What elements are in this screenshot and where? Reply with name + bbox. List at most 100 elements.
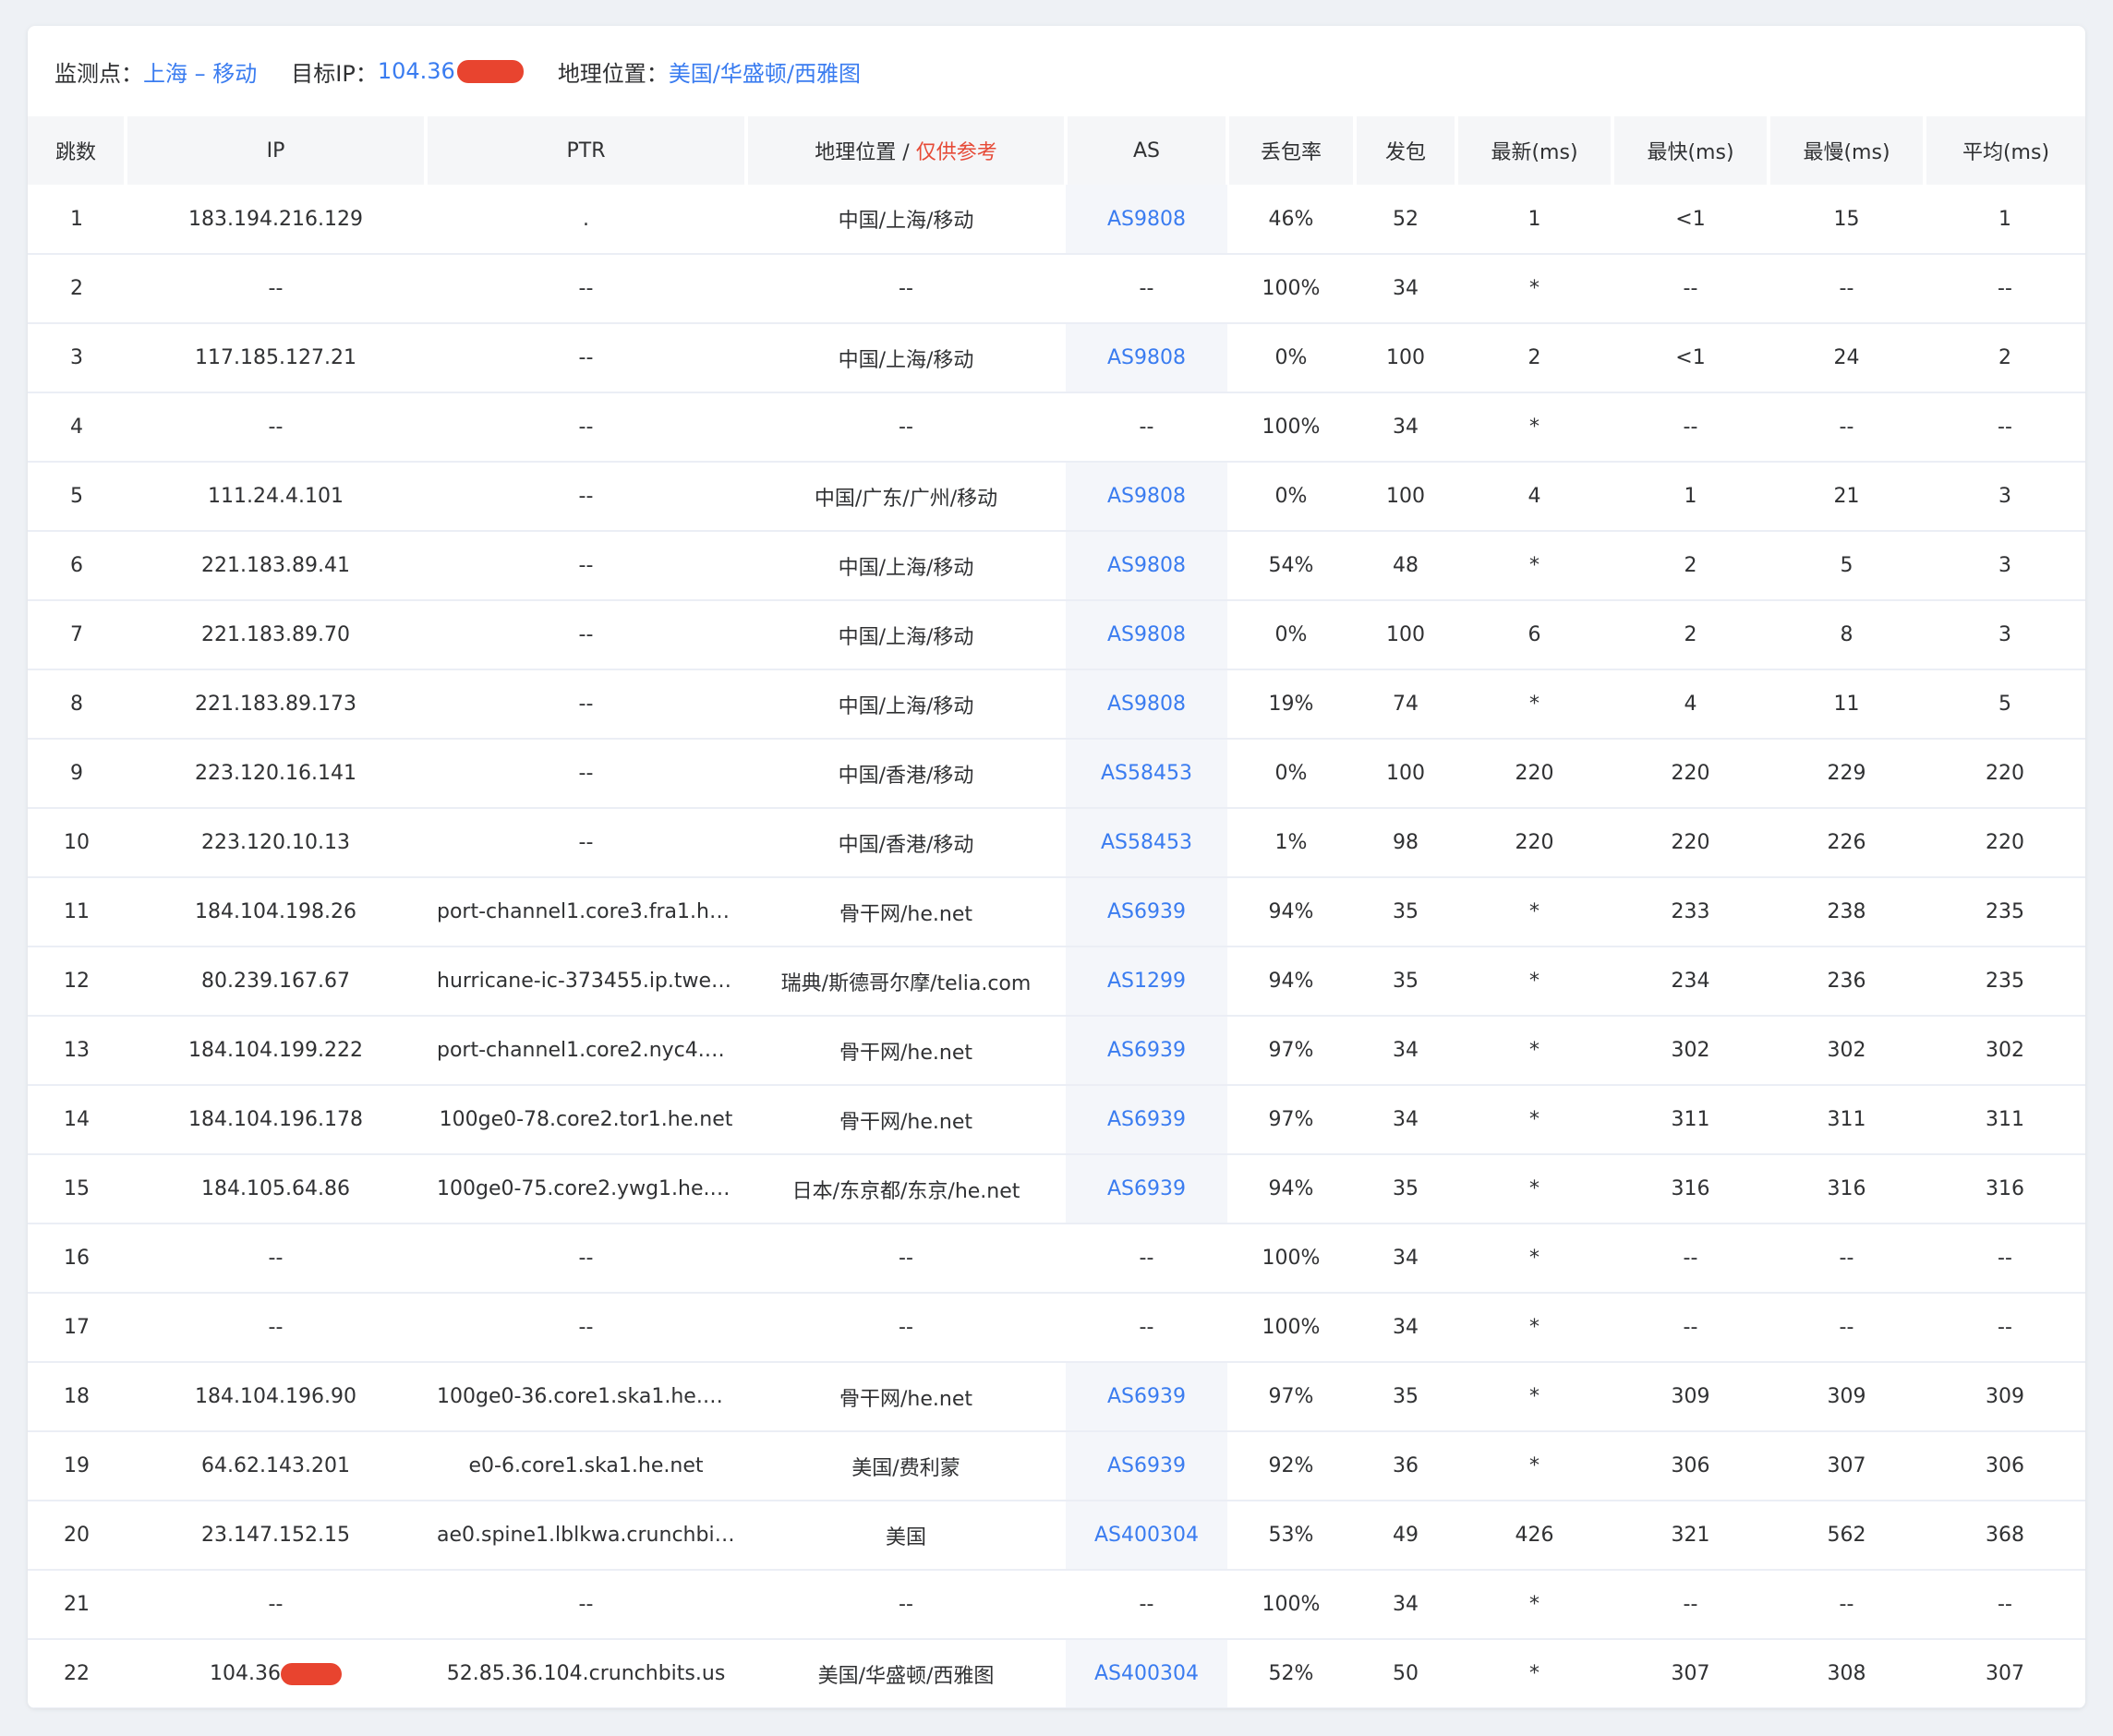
cell-ip: 184.104.198.26 <box>126 877 426 947</box>
table-row[interactable]: 4 -- -- -- -- 100% 34 * -- -- -- <box>28 392 2085 463</box>
table-row[interactable]: 7 221.183.89.70 -- 中国/上海/移动 AS9808 0% 100 6 2 8 3 <box>28 600 2085 670</box>
as-link[interactable]: AS9808 <box>1107 554 1186 577</box>
cell-avg: 302 <box>1925 1016 2085 1086</box>
table-row[interactable]: 19 64.62.143.201 e0-6.core1.ska1.he.net 美国/… <box>28 1431 2085 1501</box>
cell-as: AS9808 <box>1066 185 1227 255</box>
cell-as: AS1299 <box>1066 946 1227 1017</box>
as-link[interactable]: AS6939 <box>1107 1454 1186 1477</box>
cell-sent: 34 <box>1355 1293 1456 1363</box>
table-row[interactable]: 21 -- -- -- -- 100% 34 * -- -- -- <box>28 1570 2085 1640</box>
cell-hop: 4 <box>28 392 126 463</box>
table-row[interactable]: 6 221.183.89.41 -- 中国/上海/移动 AS9808 54% 48 * 2 5 3 <box>28 531 2085 601</box>
cell-loss: 94% <box>1227 877 1355 947</box>
table-header-row: 跳数 IP PTR 地理位置 / 仅供参考 AS 丢包率 发包 最新(ms) 最… <box>28 116 2085 185</box>
as-link[interactable]: AS6939 <box>1107 900 1186 923</box>
col-header-best[interactable]: 最快(ms) <box>1612 116 1770 185</box>
cell-worst: 24 <box>1769 323 1925 393</box>
cell-loss: 0% <box>1227 600 1355 670</box>
table-row[interactable]: 17 -- -- -- -- 100% 34 * -- -- -- <box>28 1293 2085 1363</box>
col-header-worst[interactable]: 最慢(ms) <box>1769 116 1926 185</box>
cell-sent: 35 <box>1355 1362 1456 1432</box>
table-row[interactable]: 5 111.24.4.101 -- 中国/广东/广州/移动 AS9808 0% 100 4 1 2… <box>28 462 2085 532</box>
cell-geo: 日本/东京都/东京/he.net <box>746 1154 1066 1224</box>
cell-ptr: -- <box>426 1293 746 1363</box>
table-row[interactable]: 22 104.36 52.85.36.104.crunchbits.us 美国/华盛顿… <box>28 1639 2085 1708</box>
table-row[interactable]: 13 184.104.199.222 port-channel1.core2.nyc… <box>28 1016 2085 1086</box>
cell-worst: -- <box>1769 392 1925 463</box>
cell-ptr: 100ge0-78.core2.tor1.he.net <box>426 1085 746 1155</box>
table-row[interactable]: 11 184.104.198.26 port-channel1.core3.fra1… <box>28 877 2085 947</box>
col-header-hop[interactable]: 跳数 <box>28 116 127 185</box>
table-row[interactable]: 3 117.185.127.21 -- 中国/上海/移动 AS9808 0% 100 2 <1 2… <box>28 323 2085 393</box>
col-header-geo[interactable]: 地理位置 / 仅供参考 <box>746 116 1068 185</box>
cell-best: 309 <box>1612 1362 1769 1432</box>
cell-ip: -- <box>126 254 426 324</box>
as-link[interactable]: AS9808 <box>1107 485 1186 508</box>
monitor-point-value[interactable]: 上海 – 移动 <box>143 55 257 88</box>
col-header-ptr[interactable]: PTR <box>426 116 748 185</box>
table-row[interactable]: 1 183.194.216.129. 中国/上海/移动 AS9808 46% 52 1 <1 1… <box>28 185 2085 255</box>
cell-hop: 16 <box>28 1224 126 1294</box>
cell-worst: 8 <box>1769 600 1925 670</box>
as-link[interactable]: AS58453 <box>1101 762 1192 785</box>
cell-best: 311 <box>1612 1085 1769 1155</box>
cell-avg: -- <box>1925 254 2085 324</box>
cell-last: 426 <box>1456 1501 1612 1571</box>
col-header-last[interactable]: 最新(ms) <box>1456 116 1614 185</box>
cell-best: 220 <box>1612 739 1769 809</box>
cell-last: * <box>1456 1224 1612 1294</box>
target-ip-value[interactable]: 104.36 <box>378 58 455 84</box>
cell-geo: 中国/广东/广州/移动 <box>746 462 1066 532</box>
cell-avg: 368 <box>1925 1501 2085 1571</box>
cell-worst: 307 <box>1769 1431 1925 1501</box>
cell-sent: 100 <box>1355 739 1456 809</box>
table-row[interactable]: 2 -- -- -- -- 100% 34 * -- -- -- <box>28 254 2085 324</box>
table-row[interactable]: 9 223.120.16.141 -- 中国/香港/移动 AS58453 0% 100 220… <box>28 739 2085 809</box>
cell-geo: 美国/费利蒙 <box>746 1431 1066 1501</box>
as-link[interactable]: AS400304 <box>1094 1662 1199 1685</box>
target-ip-label: 目标IP： <box>291 60 378 87</box>
cell-worst: -- <box>1769 1224 1925 1294</box>
cell-avg: 311 <box>1925 1085 2085 1155</box>
as-link[interactable]: AS58453 <box>1101 831 1192 854</box>
col-header-loss[interactable]: 丢包率 <box>1227 116 1357 185</box>
cell-best: -- <box>1612 254 1769 324</box>
cell-worst: -- <box>1769 1293 1925 1363</box>
cell-geo: 骨干网/he.net <box>746 877 1066 947</box>
col-header-as[interactable]: AS <box>1066 116 1229 185</box>
cell-geo: 骨干网/he.net <box>746 1362 1066 1432</box>
table-row[interactable]: 12 80.239.167.67 hurricane-ic-373455.ip.tw… <box>28 946 2085 1017</box>
cell-best: 316 <box>1612 1154 1769 1224</box>
as-link[interactable]: AS9808 <box>1107 208 1186 231</box>
cell-hop: 18 <box>28 1362 126 1432</box>
as-link[interactable]: AS6939 <box>1107 1385 1186 1408</box>
cell-ip: 184.104.196.178 <box>126 1085 426 1155</box>
as-link[interactable]: AS6939 <box>1107 1108 1186 1131</box>
cell-worst: 15 <box>1769 185 1925 255</box>
as-link[interactable]: AS9808 <box>1107 346 1186 369</box>
table-row[interactable]: 16 -- -- -- -- 100% 34 * -- -- -- <box>28 1224 2085 1294</box>
table-row[interactable]: 20 23.147.152.15 ae0.spine1.lblkwa.crunchb… <box>28 1501 2085 1571</box>
col-header-sent[interactable]: 发包 <box>1355 116 1458 185</box>
table-row[interactable]: 8 221.183.89.173 -- 中国/上海/移动 AS9808 19% 74 * 4 11… <box>28 669 2085 740</box>
cell-geo: 骨干网/he.net <box>746 1016 1066 1086</box>
as-link[interactable]: AS9808 <box>1107 623 1186 646</box>
table-row[interactable]: 15 184.105.64.86 100ge0-75.core2.ywg1.he.n… <box>28 1154 2085 1224</box>
col-header-avg[interactable]: 平均(ms) <box>1925 116 2085 185</box>
cell-loss: 94% <box>1227 1154 1355 1224</box>
cell-avg: -- <box>1925 1224 2085 1294</box>
as-link[interactable]: AS400304 <box>1094 1524 1199 1547</box>
monitor-point-label: 监测点： <box>54 60 143 87</box>
as-link[interactable]: AS6939 <box>1107 1039 1186 1062</box>
cell-loss: 53% <box>1227 1501 1355 1571</box>
table-row[interactable]: 14 184.104.196.178 100ge0-78.core2.tor1.he… <box>28 1085 2085 1155</box>
cell-sent: 100 <box>1355 600 1456 670</box>
as-link[interactable]: AS1299 <box>1107 970 1186 993</box>
as-link[interactable]: AS6939 <box>1107 1177 1186 1200</box>
table-row[interactable]: 18 184.104.196.90 100ge0-36.core1.ska1.he.… <box>28 1362 2085 1432</box>
cell-ip: -- <box>126 1224 426 1294</box>
as-link[interactable]: AS9808 <box>1107 693 1186 716</box>
col-header-ip[interactable]: IP <box>126 116 428 185</box>
table-row[interactable]: 10 223.120.10.13 -- 中国/香港/移动 AS58453 1% 98 220 2… <box>28 808 2085 878</box>
target-location-value[interactable]: 美国/华盛顿/西雅图 <box>669 55 861 88</box>
